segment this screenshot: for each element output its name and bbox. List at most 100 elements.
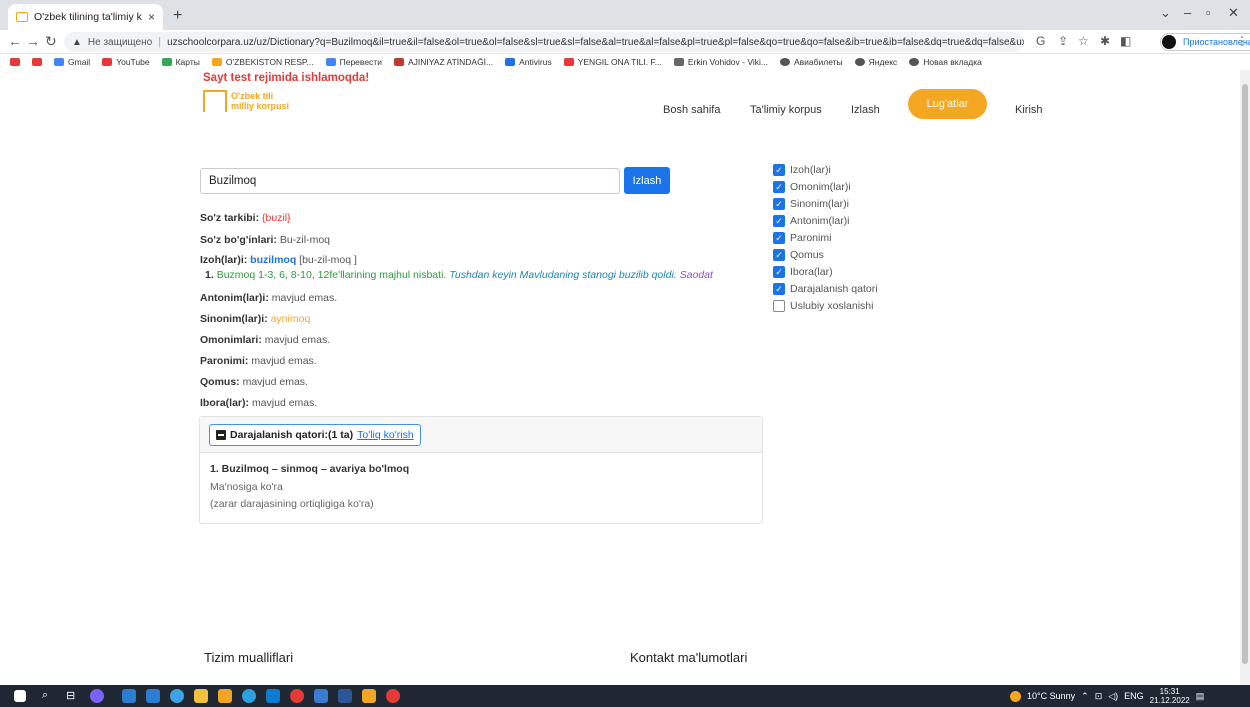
definition-header: Izoh(lar)i: buzilmoq [bu-zil-moq ]	[200, 254, 357, 266]
book-icon	[393, 58, 404, 66]
filter-checkbox[interactable]: ✓ Omonim(lar)i	[773, 181, 851, 193]
filter-checkbox[interactable]: ✓ Qomus	[773, 249, 824, 261]
weather-text[interactable]: 10°C Sunny	[1027, 691, 1075, 701]
checkbox-checked-icon: ✓	[773, 232, 785, 244]
mail-icon[interactable]	[266, 689, 280, 703]
forward-icon[interactable]: →	[26, 33, 40, 49]
tray-chevron-icon[interactable]: ⌃	[1081, 691, 1089, 702]
address-separator: |	[158, 36, 162, 48]
cortana-icon[interactable]	[90, 689, 104, 703]
telegram-icon[interactable]	[242, 689, 256, 703]
bookmark-maps[interactable]: Карты	[161, 57, 200, 67]
bookmark-item[interactable]: Новая вкладка	[909, 57, 982, 67]
app-icon[interactable]	[362, 689, 376, 703]
filter-checkbox[interactable]: ✓ Paronimi	[773, 232, 831, 244]
synonyms-row: Sinonim(lar)i: aynimoq	[200, 313, 311, 325]
notifications-icon[interactable]: ▤	[1196, 691, 1205, 702]
synonym-link[interactable]: aynimoq	[271, 313, 311, 325]
sidepanel-icon[interactable]: ◧	[1120, 34, 1131, 48]
address-bar[interactable]: ▲ Не защищено | uzschoolcorpara.uz/uz/Di…	[64, 32, 1024, 52]
bookmark-star-icon[interactable]: ☆	[1078, 34, 1089, 48]
clock[interactable]: 15:31 21.12.2022	[1150, 687, 1190, 705]
bookmark-item[interactable]: O'ZBEKISTON RESP...	[211, 57, 314, 67]
close-window-icon[interactable]: ✕	[1228, 5, 1239, 21]
bookmark-item[interactable]: Перевести	[325, 57, 382, 67]
yandex-browser-icon[interactable]	[386, 689, 400, 703]
yandex-icon[interactable]	[290, 689, 304, 703]
browser-toolbar: ← → ↻ ▲ Не защищено | uzschoolcorpara.uz…	[0, 30, 1250, 54]
back-icon[interactable]: ←	[8, 33, 22, 49]
edge-icon[interactable]	[170, 689, 184, 703]
filter-checkbox[interactable]: ✓ Antonim(lar)i	[773, 215, 850, 227]
checkbox-checked-icon: ✓	[773, 215, 785, 227]
share-icon[interactable]: ⇪	[1058, 34, 1068, 48]
bookmark-item[interactable]	[32, 58, 42, 66]
maximize-icon[interactable]: ▫	[1206, 5, 1211, 20]
nav-dictionaries[interactable]: Lug'atlar	[908, 89, 987, 119]
chrome-icon[interactable]	[314, 689, 328, 703]
language-indicator[interactable]: ENG	[1124, 691, 1144, 701]
bookmark-item[interactable]: Erkin Vohidov - Viki...	[673, 57, 768, 67]
app-icon[interactable]	[122, 689, 136, 703]
google-icon[interactable]: G	[1036, 34, 1045, 48]
site-logo[interactable]: O'zbek tili milliy korpusi	[203, 90, 289, 112]
search-button[interactable]: Izlash	[624, 167, 670, 194]
maps-icon	[161, 58, 172, 66]
network-icon[interactable]: ⊡	[1095, 691, 1103, 702]
gradation-meaning: Ma'nosiga ko'ra	[210, 481, 283, 493]
board-icon	[203, 90, 227, 112]
checkbox-checked-icon: ✓	[773, 249, 785, 261]
windows-start-icon[interactable]	[14, 690, 26, 702]
checkbox-checked-icon: ✓	[773, 181, 785, 193]
bookmark-item[interactable]: YENGIL ONA TILI. F...	[563, 57, 662, 67]
search-input[interactable]	[200, 168, 620, 194]
weather-sun-icon	[1010, 690, 1021, 702]
gradation-item: 1. Buzilmoq – sinmoq – avariya bo'lmoq	[210, 463, 410, 475]
chrome-icon[interactable]	[218, 689, 232, 703]
gradation-note: (zarar darajasining ortiqligiga ko'ra)	[210, 498, 374, 510]
bookmark-item[interactable]	[10, 58, 20, 66]
browser-tab[interactable]: O'zbek tilining ta'limiy korpusi ×	[8, 4, 163, 30]
extensions-icon[interactable]: ✱	[1100, 34, 1110, 48]
bookmark-youtube[interactable]: YouTube	[102, 57, 150, 67]
gradation-toggle-button[interactable]: Darajalanish qatori:(1 ta) To'liq ko'ris…	[209, 424, 421, 446]
filter-checkbox[interactable]: Uslubiy xoslanishi	[773, 300, 873, 312]
profile-avatar[interactable]	[1162, 35, 1176, 49]
globe-icon	[854, 58, 865, 66]
word-syllables: So'z bo'g'inlari: Bu-zil-moq	[200, 234, 331, 246]
app-icon[interactable]	[146, 689, 160, 703]
nav-login[interactable]: Kirish	[1015, 104, 1043, 116]
filter-checkbox[interactable]: ✓ Sinonim(lar)i	[773, 198, 849, 210]
nav-home[interactable]: Bosh sahifa	[663, 104, 720, 116]
gradation-panel: Darajalanish qatori:(1 ta) To'liq ko'ris…	[199, 416, 763, 524]
bookmark-item[interactable]: Яндекс	[854, 57, 897, 67]
filter-checkbox[interactable]: ✓ Izoh(lar)i	[773, 164, 831, 176]
new-tab-button[interactable]: +	[173, 7, 182, 25]
volume-icon[interactable]: ◁)	[1108, 691, 1118, 702]
menu-icon[interactable]: ⋮	[1236, 34, 1248, 48]
system-tray: 10°C Sunny ⌃ ⊡ ◁) ENG 15:31 21.12.2022 ▤	[1010, 685, 1204, 707]
search-icon[interactable]: ⌕	[42, 689, 48, 702]
page-scrollbar[interactable]	[1240, 70, 1250, 685]
bookmark-item[interactable]: Antivirus	[505, 57, 552, 67]
bookmark-item[interactable]: Авиабилеты	[779, 57, 843, 67]
nav-corpus[interactable]: Ta'limiy korpus	[750, 104, 822, 116]
security-label: Не защищено	[87, 36, 153, 48]
reload-icon[interactable]: ↻	[45, 33, 57, 50]
filter-checkbox[interactable]: ✓ Ibora(lar)	[773, 266, 833, 278]
tab-close-icon[interactable]: ×	[148, 10, 155, 24]
bookmark-item[interactable]: AJINIYAZ ATİNDAĞİ...	[393, 57, 493, 67]
filter-checkbox[interactable]: ✓ Darajalanish qatori	[773, 283, 878, 295]
nav-search[interactable]: Izlash	[851, 104, 880, 116]
minimize-icon[interactable]: –	[1184, 5, 1191, 20]
tab-search-icon[interactable]: ⌄	[1160, 5, 1171, 21]
bookmark-gmail[interactable]: Gmail	[54, 57, 90, 67]
view-full-link[interactable]: To'liq ko'rish	[357, 429, 414, 441]
browser-tab-bar: O'zbek tilining ta'limiy korpusi × + ⌄ –…	[0, 0, 1250, 30]
scrollbar-thumb[interactable]	[1242, 84, 1248, 664]
task-view-icon[interactable]: ⊟	[66, 689, 75, 702]
file-explorer-icon[interactable]	[194, 689, 208, 703]
word-icon[interactable]	[338, 689, 352, 703]
youtube-icon	[102, 58, 113, 66]
tab-title: O'zbek tilining ta'limiy korpusi	[34, 11, 142, 23]
